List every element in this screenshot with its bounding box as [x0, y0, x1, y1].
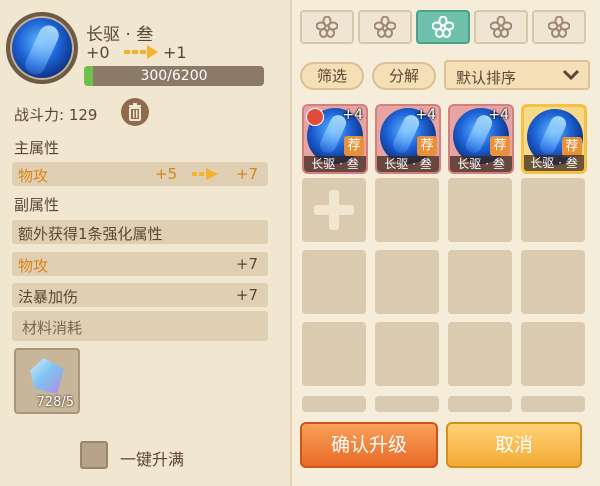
trash-icon[interactable]: [121, 98, 149, 126]
plus-icon: [314, 190, 354, 230]
equipment-detail-panel: 长驱 · 叁 +0 +1 300/6200 战斗力: 129 主属性 物攻 +5…: [0, 0, 282, 486]
material-slot[interactable]: 728/5: [14, 348, 80, 414]
empty-slot[interactable]: [302, 250, 366, 314]
one-click-max-checkbox[interactable]: [80, 441, 108, 469]
xp-bar: 300/6200: [84, 66, 264, 86]
cancel-button[interactable]: 取消: [446, 422, 582, 468]
empty-slot[interactable]: [521, 322, 585, 386]
item-name: 长驱 · 叁: [450, 156, 512, 172]
empty-slot[interactable]: [375, 178, 439, 242]
sort-dropdown[interactable]: 默认排序: [444, 60, 590, 90]
add-slot-button[interactable]: [302, 178, 366, 242]
empty-slot[interactable]: [521, 178, 585, 242]
level-from: +0: [86, 43, 110, 62]
filter-tab[interactable]: [532, 10, 586, 44]
sub-attr-name: 物攻: [18, 257, 49, 275]
arrow-right-icon: [192, 168, 218, 180]
sub-attr-name: 额外获得1条强化属性: [18, 225, 163, 243]
filter-button[interactable]: 筛选: [300, 62, 364, 90]
main-attr-title: 主属性: [14, 139, 60, 157]
item-plus: +4: [342, 107, 363, 123]
empty-slot[interactable]: [521, 396, 585, 412]
item-name: 长驱 · 叁: [304, 156, 366, 172]
inventory-panel: 筛选 分解 默认排序 +4 荐长驱 · 叁 +4 荐长驱 · 叁 +4 荐长驱 · 叁荐长…: [290, 0, 600, 486]
empty-slot[interactable]: [448, 178, 512, 242]
empty-slot[interactable]: [375, 250, 439, 314]
empty-slot[interactable]: [302, 396, 366, 412]
item-plus: +4: [488, 107, 509, 123]
sub-attr-row: 物攻 +7: [12, 252, 268, 276]
recommend-tag: 荐: [490, 136, 510, 156]
recommend-tag: 荐: [344, 136, 364, 156]
equipment-name: 长驱 · 叁: [86, 25, 154, 45]
empty-slot[interactable]: [448, 250, 512, 314]
equipment-item[interactable]: +4 荐长驱 · 叁: [302, 104, 368, 174]
sub-attr-value: +7: [235, 255, 258, 273]
filter-tab[interactable]: [416, 10, 470, 44]
xp-text: 300/6200: [140, 68, 208, 84]
materials-title: 材料消耗: [12, 311, 268, 341]
filter-tab[interactable]: [358, 10, 412, 44]
flower-icon: [374, 16, 396, 38]
material-count: 728/5: [36, 395, 74, 410]
combat-power: 战斗力: 129: [14, 106, 98, 124]
flower-icon: [548, 16, 570, 38]
empty-slot[interactable]: [302, 322, 366, 386]
equipment-icon: [6, 12, 78, 84]
flower-icon: [316, 16, 338, 38]
main-attr-name: 物攻: [18, 167, 49, 185]
item-plus: +4: [415, 107, 436, 123]
one-click-max-label: 一键升满: [120, 450, 185, 469]
empty-slot[interactable]: [375, 396, 439, 412]
chevron-down-icon: [562, 69, 580, 81]
sub-attr-value: +7: [235, 286, 258, 304]
sub-attr-title: 副属性: [14, 196, 60, 214]
empty-slot[interactable]: [521, 250, 585, 314]
equipment-item[interactable]: 荐长驱 · 叁: [521, 104, 587, 174]
main-attr-row: 物攻 +5 +7: [12, 162, 268, 186]
item-name: 长驱 · 叁: [524, 155, 584, 171]
main-attr-to: +7: [235, 165, 258, 183]
item-name: 长驱 · 叁: [377, 156, 439, 172]
equipment-item[interactable]: +4 荐长驱 · 叁: [375, 104, 441, 174]
sub-attr-row: 额外获得1条强化属性: [12, 220, 268, 244]
sub-attr-name: 法暴加伤: [18, 288, 79, 306]
recommend-tag: 荐: [562, 137, 582, 157]
filter-tab[interactable]: [300, 10, 354, 44]
empty-slot[interactable]: [448, 396, 512, 412]
crystal-icon: [30, 358, 64, 394]
confirm-upgrade-button[interactable]: 确认升级: [300, 422, 438, 468]
empty-slot[interactable]: [375, 322, 439, 386]
decompose-button[interactable]: 分解: [372, 62, 436, 90]
recommend-tag: 荐: [417, 136, 437, 156]
badge-icon: [306, 108, 324, 126]
level-to: +1: [163, 43, 187, 62]
sub-attr-row: 法暴加伤 +7: [12, 283, 268, 307]
flower-icon: [490, 16, 512, 38]
flower-icon: [432, 16, 454, 38]
main-attr-from: +5: [155, 165, 178, 183]
filter-tab[interactable]: [474, 10, 528, 44]
arrow-right-icon: [124, 45, 158, 59]
equipment-item[interactable]: +4 荐长驱 · 叁: [448, 104, 514, 174]
sort-label: 默认排序: [456, 69, 517, 87]
empty-slot[interactable]: [448, 322, 512, 386]
